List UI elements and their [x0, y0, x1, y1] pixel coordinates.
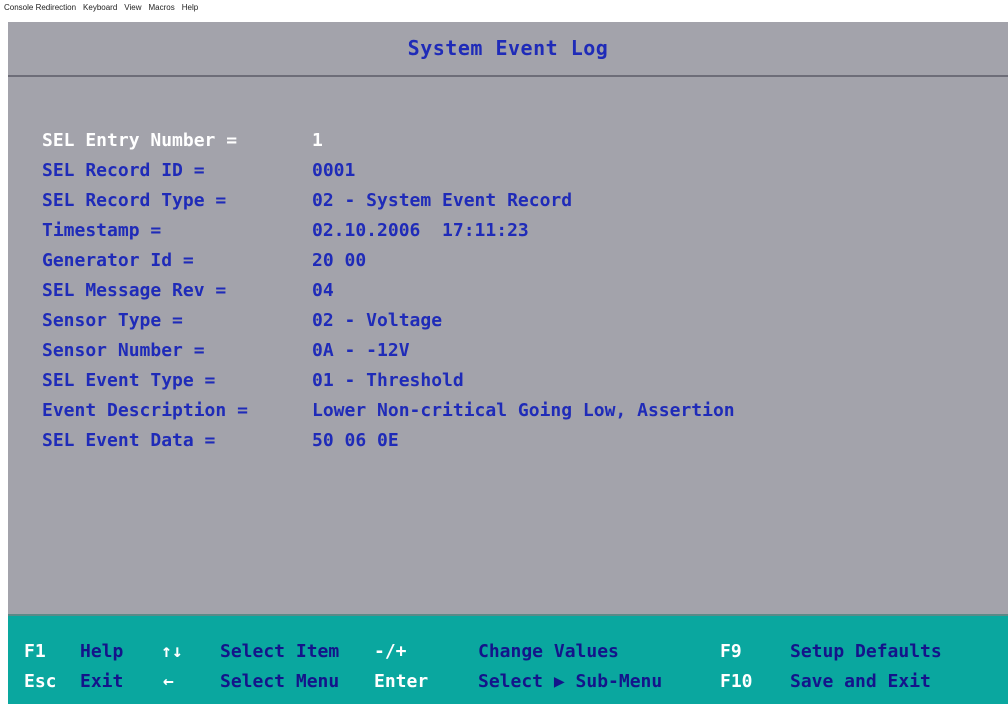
field-label: Sensor Number = — [42, 339, 205, 361]
field-value: 02.10.2006 17:11:23 — [312, 219, 529, 241]
hotkey-footer: F1 Help ↑↓ Select Item -/+ Change Values… — [8, 614, 1008, 704]
menu-console-redirection[interactable]: Console Redirection — [4, 3, 76, 12]
menu-help[interactable]: Help — [182, 3, 198, 12]
field-value: 50 06 0E — [312, 429, 399, 451]
field-value: 1 — [312, 129, 323, 151]
sel-record-type-row: SEL Record Type = 02 - System Event Reco… — [42, 185, 735, 215]
exit-action: Exit — [80, 671, 124, 692]
sel-entry-number-row[interactable]: SEL Entry Number = 1 — [42, 125, 735, 155]
f9-key[interactable]: F9 — [720, 641, 742, 662]
field-label: Event Description = — [42, 399, 248, 421]
bios-window: System Event Log SEL Entry Number = 1 SE… — [8, 22, 1008, 704]
field-label: SEL Event Data = — [42, 429, 216, 451]
field-label: Timestamp = — [42, 219, 162, 241]
field-value: 02 - Voltage — [312, 309, 443, 331]
field-label: SEL Entry Number = — [42, 129, 238, 151]
field-label: SEL Record Type = — [42, 189, 227, 211]
title-divider — [8, 75, 1008, 77]
console-screen: Console Redirection Keyboard View Macros… — [0, 0, 1008, 704]
f10-key[interactable]: F10 — [720, 671, 753, 692]
sensor-number-row: Sensor Number = 0A - -12V — [42, 335, 735, 365]
page-title: System Event Log — [407, 36, 609, 60]
field-label: SEL Record ID = — [42, 159, 205, 181]
sel-event-data-row: SEL Event Data = 50 06 0E — [42, 425, 735, 455]
field-value: 04 — [312, 279, 334, 301]
select-item-action: Select Item — [220, 641, 340, 662]
select-menu-action: Select Menu — [220, 671, 340, 692]
event-description-row: Event Description = Lower Non-critical G… — [42, 395, 735, 425]
title-bar: System Event Log — [8, 22, 1008, 74]
field-label: SEL Event Type = — [42, 369, 216, 391]
footer-divider — [8, 614, 1008, 616]
field-value: 0A - -12V — [312, 339, 410, 361]
field-value: Lower Non-critical Going Low, Assertion — [312, 399, 735, 421]
viewer-menu-bar: Console Redirection Keyboard View Macros… — [0, 0, 1008, 22]
sel-entry-details: SEL Entry Number = 1 SEL Record ID = 000… — [42, 125, 735, 455]
left-arrow-icon: ← — [163, 671, 174, 692]
menu-view[interactable]: View — [124, 3, 141, 12]
field-value: 20 00 — [312, 249, 367, 271]
plus-minus-key[interactable]: -/+ — [374, 641, 407, 662]
sensor-type-row: Sensor Type = 02 - Voltage — [42, 305, 735, 335]
enter-key[interactable]: Enter — [374, 671, 428, 692]
timestamp-row: Timestamp = 02.10.2006 17:11:23 — [42, 215, 735, 245]
sel-message-rev-row: SEL Message Rev = 04 — [42, 275, 735, 305]
menu-keyboard[interactable]: Keyboard — [83, 3, 117, 12]
sel-record-id-row: SEL Record ID = 0001 — [42, 155, 735, 185]
field-value: 02 - System Event Record — [312, 189, 573, 211]
up-down-arrows-icon: ↑↓ — [161, 641, 183, 662]
menu-macros[interactable]: Macros — [149, 3, 175, 12]
generator-id-row: Generator Id = 20 00 — [42, 245, 735, 275]
select-sub-menu-action: Select ▶ Sub-Menu — [478, 671, 663, 692]
setup-defaults-action: Setup Defaults — [790, 641, 942, 662]
change-values-action: Change Values — [478, 641, 619, 662]
field-value: 0001 — [312, 159, 356, 181]
field-label: Sensor Type = — [42, 309, 183, 331]
sel-event-type-row: SEL Event Type = 01 - Threshold — [42, 365, 735, 395]
esc-key[interactable]: Esc — [24, 671, 57, 692]
field-label: SEL Message Rev = — [42, 279, 227, 301]
field-label: Generator Id = — [42, 249, 194, 271]
f1-key[interactable]: F1 — [24, 641, 46, 662]
save-and-exit-action: Save and Exit — [790, 671, 931, 692]
field-value: 01 - Threshold — [312, 369, 464, 391]
help-action: Help — [80, 641, 124, 662]
